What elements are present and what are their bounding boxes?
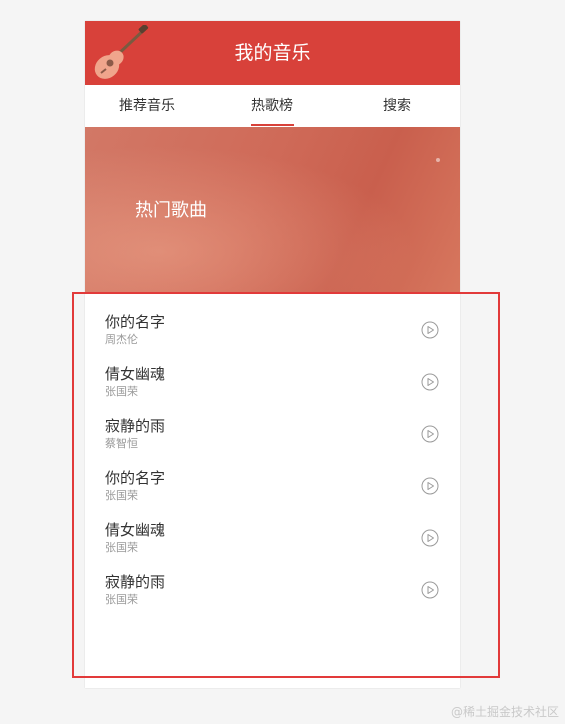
song-name: 寂静的雨 bbox=[105, 417, 166, 435]
list-item[interactable]: 倩女幽魂 张国荣 bbox=[85, 355, 460, 407]
song-artist: 张国荣 bbox=[105, 385, 138, 398]
page: 我的音乐 推荐音乐 热歌榜 搜索 热门歌曲 你的名字 周杰伦 倩女幽魂 张国荣 … bbox=[0, 0, 565, 724]
music-app: 我的音乐 推荐音乐 热歌榜 搜索 热门歌曲 你的名字 周杰伦 倩女幽魂 张国荣 … bbox=[85, 21, 460, 688]
play-circle-icon[interactable] bbox=[421, 321, 439, 339]
tab-hot-songs[interactable]: 热歌榜 bbox=[212, 97, 332, 115]
play-circle-icon[interactable] bbox=[421, 425, 439, 443]
list-item[interactable]: 你的名字 周杰伦 bbox=[85, 303, 460, 355]
banner-title: 热门歌曲 bbox=[135, 200, 207, 221]
play-circle-icon[interactable] bbox=[421, 373, 439, 391]
song-name: 你的名字 bbox=[105, 469, 166, 487]
song-list: 你的名字 周杰伦 倩女幽魂 张国荣 寂静的雨 蔡智恒 你的名字 张国荣 倩女幽魂… bbox=[85, 303, 460, 615]
play-circle-icon[interactable] bbox=[421, 477, 439, 495]
hot-banner: 热门歌曲 bbox=[85, 127, 460, 293]
page-title: 我的音乐 bbox=[234, 42, 311, 64]
list-item[interactable]: 寂静的雨 张国荣 bbox=[85, 563, 460, 615]
song-name: 倩女幽魂 bbox=[105, 365, 166, 383]
song-artist: 蔡智恒 bbox=[105, 437, 138, 450]
song-artist: 张国荣 bbox=[105, 489, 138, 502]
play-circle-icon[interactable] bbox=[421, 581, 439, 599]
tab-bar: 推荐音乐 热歌榜 搜索 bbox=[85, 85, 460, 128]
song-artist: 张国荣 bbox=[105, 541, 138, 554]
active-tab-indicator bbox=[251, 124, 294, 126]
banner-dot bbox=[436, 158, 440, 162]
watermark: @稀土掘金技术社区 bbox=[450, 705, 559, 719]
song-name: 你的名字 bbox=[105, 313, 166, 331]
list-item[interactable]: 寂静的雨 蔡智恒 bbox=[85, 407, 460, 459]
play-circle-icon[interactable] bbox=[421, 529, 439, 547]
song-artist: 周杰伦 bbox=[105, 333, 138, 346]
tab-recommended[interactable]: 推荐音乐 bbox=[87, 97, 207, 115]
song-artist: 张国荣 bbox=[105, 593, 138, 606]
song-name: 寂静的雨 bbox=[105, 573, 166, 591]
app-header: 我的音乐 bbox=[85, 21, 460, 85]
list-item[interactable]: 倩女幽魂 张国荣 bbox=[85, 511, 460, 563]
list-item[interactable]: 你的名字 张国荣 bbox=[85, 459, 460, 511]
song-name: 倩女幽魂 bbox=[105, 521, 166, 539]
tab-search[interactable]: 搜索 bbox=[337, 97, 457, 115]
